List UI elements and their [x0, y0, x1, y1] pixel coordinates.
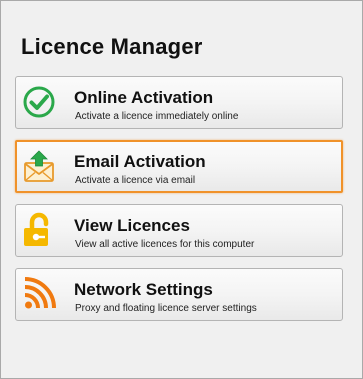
green-checkmark-icon	[21, 84, 57, 120]
unlocked-padlock-icon	[21, 212, 57, 248]
email-activation-button[interactable]: Email Activation Activate a licence via …	[15, 140, 343, 193]
envelope-upload-icon	[21, 148, 57, 184]
page-title: Licence Manager	[21, 34, 203, 59]
view-licences-button[interactable]: View Licences View all active licences f…	[15, 204, 343, 257]
online-activation-button[interactable]: Online Activation Activate a licence imm…	[15, 76, 343, 129]
view-licences-label: View Licences	[74, 216, 190, 235]
network-settings-description: Proxy and floating licence server settin…	[75, 303, 257, 314]
online-activation-label: Online Activation	[74, 88, 214, 107]
licence-manager-window: Licence Manager Online Activation Activa…	[0, 0, 363, 379]
email-activation-label: Email Activation	[74, 152, 206, 171]
online-activation-description: Activate a licence immediately online	[75, 111, 239, 122]
network-signal-icon	[21, 276, 57, 312]
email-activation-description: Activate a licence via email	[75, 175, 196, 186]
network-settings-label: Network Settings	[74, 280, 213, 299]
network-settings-button[interactable]: Network Settings Proxy and floating lice…	[15, 268, 343, 321]
view-licences-description: View all active licences for this comput…	[75, 239, 255, 250]
